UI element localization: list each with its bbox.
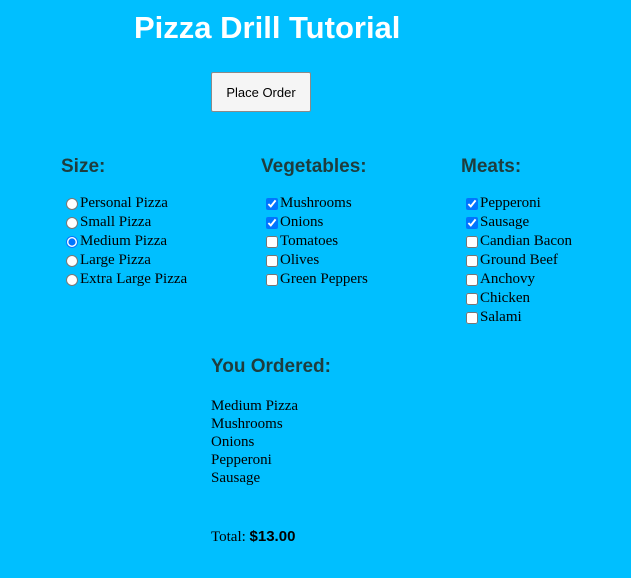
size-option-small[interactable]: Small Pizza <box>61 213 187 232</box>
total-label: Total: <box>211 529 246 545</box>
meat-option-anchovy[interactable]: Anchovy <box>461 270 572 289</box>
place-order-button[interactable]: Place Order <box>211 72 311 112</box>
order-heading: You Ordered: <box>211 356 331 377</box>
order-item: Onions <box>211 434 255 450</box>
veg-label-green-peppers: Green Peppers <box>280 271 368 287</box>
veg-checkbox-onions[interactable] <box>266 216 278 229</box>
total-amount: $13.00 <box>249 528 296 545</box>
meat-label-anchovy: Anchovy <box>480 271 535 287</box>
size-radio-large[interactable] <box>66 254 78 267</box>
meat-checkbox-ground-beef[interactable] <box>466 254 478 267</box>
meat-checkbox-sausage[interactable] <box>466 216 478 229</box>
meat-label-sausage: Sausage <box>480 214 530 230</box>
veg-option-tomatoes[interactable]: Tomatoes <box>261 232 368 251</box>
size-radio-small[interactable] <box>66 216 78 229</box>
size-heading: Size: <box>61 156 106 177</box>
meats-group: Meats: Pepperoni Sausage Candian Bacon G… <box>461 156 572 327</box>
veg-option-green-peppers[interactable]: Green Peppers <box>261 270 368 289</box>
size-option-medium[interactable]: Medium Pizza <box>61 232 187 251</box>
size-group: Size: Personal Pizza Small Pizza Medium … <box>61 156 187 289</box>
meat-option-ground-beef[interactable]: Ground Beef <box>461 251 572 270</box>
meat-label-chicken: Chicken <box>480 290 530 306</box>
veg-label-onions: Onions <box>280 214 324 230</box>
veg-label-mushrooms: Mushrooms <box>280 195 352 211</box>
size-radio-extra-large[interactable] <box>66 273 78 286</box>
page-title: Pizza Drill Tutorial <box>134 10 401 45</box>
veg-checkbox-tomatoes[interactable] <box>266 235 278 248</box>
veg-checkbox-green-peppers[interactable] <box>266 273 278 286</box>
order-total: Total: $13.00 <box>211 528 295 546</box>
meat-checkbox-salami[interactable] <box>466 311 478 324</box>
order-item: Pepperoni <box>211 452 272 468</box>
size-radio-medium[interactable] <box>66 235 78 248</box>
size-label-medium: Medium Pizza <box>80 233 168 249</box>
size-option-large[interactable]: Large Pizza <box>61 251 187 270</box>
order-summary: You Ordered: Medium Pizza Mushrooms Onio… <box>211 356 331 487</box>
size-label-extra-large: Extra Large Pizza <box>80 271 188 287</box>
meat-option-pepperoni[interactable]: Pepperoni <box>461 194 572 213</box>
order-item: Sausage <box>211 470 261 486</box>
order-item: Mushrooms <box>211 416 283 432</box>
veg-checkbox-mushrooms[interactable] <box>266 197 278 210</box>
meat-label-candian-bacon: Candian Bacon <box>480 233 573 249</box>
veg-option-onions[interactable]: Onions <box>261 213 368 232</box>
meat-checkbox-anchovy[interactable] <box>466 273 478 286</box>
meat-checkbox-candian-bacon[interactable] <box>466 235 478 248</box>
order-item: Medium Pizza <box>211 398 299 414</box>
veg-option-olives[interactable]: Olives <box>261 251 368 270</box>
veg-checkbox-olives[interactable] <box>266 254 278 267</box>
meat-option-candian-bacon[interactable]: Candian Bacon <box>461 232 572 251</box>
size-option-personal[interactable]: Personal Pizza <box>61 194 187 213</box>
size-label-large: Large Pizza <box>80 252 151 268</box>
meat-option-sausage[interactable]: Sausage <box>461 213 572 232</box>
veg-label-tomatoes: Tomatoes <box>280 233 339 249</box>
veg-label-olives: Olives <box>280 252 320 268</box>
vegetables-group: Vegetables: Mushrooms Onions Tomatoes Ol… <box>261 156 368 289</box>
size-label-personal: Personal Pizza <box>80 195 168 211</box>
meat-checkbox-pepperoni[interactable] <box>466 197 478 210</box>
size-radio-personal[interactable] <box>66 197 78 210</box>
meat-label-ground-beef: Ground Beef <box>480 252 558 268</box>
size-option-extra-large[interactable]: Extra Large Pizza <box>61 270 187 289</box>
size-label-small: Small Pizza <box>80 214 152 230</box>
meat-label-salami: Salami <box>480 309 522 325</box>
meat-label-pepperoni: Pepperoni <box>480 195 541 211</box>
meat-option-salami[interactable]: Salami <box>461 308 572 327</box>
veg-option-mushrooms[interactable]: Mushrooms <box>261 194 368 213</box>
meat-option-chicken[interactable]: Chicken <box>461 289 572 308</box>
meat-checkbox-chicken[interactable] <box>466 292 478 305</box>
meats-heading: Meats: <box>461 156 522 177</box>
vegetables-heading: Vegetables: <box>261 156 367 177</box>
